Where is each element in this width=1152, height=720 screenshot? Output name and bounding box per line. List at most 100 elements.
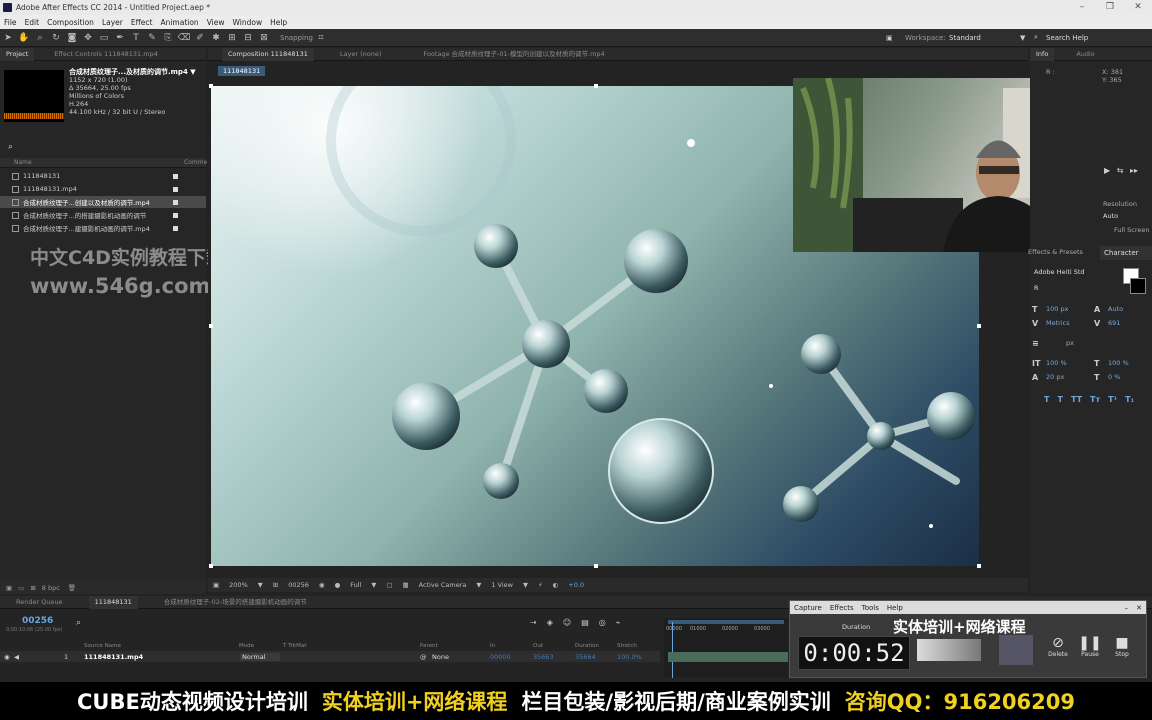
selection-tool-icon[interactable]: ➤ <box>2 32 14 44</box>
magnification-icon[interactable]: ▣ <box>213 581 219 589</box>
recorder-close[interactable]: ✕ <box>1132 604 1146 612</box>
search-icon[interactable]: ⌕ <box>1034 33 1038 42</box>
menu-help[interactable]: Help <box>266 18 291 27</box>
chevron-down-icon[interactable]: ▼ <box>371 581 376 589</box>
font-size-value[interactable]: 100 px <box>1046 305 1094 313</box>
label-color[interactable] <box>173 199 178 205</box>
play-icon[interactable]: ▶ <box>1104 166 1110 175</box>
tab-layer[interactable]: Layer (none) <box>334 48 387 61</box>
layer-duration-bar[interactable] <box>668 652 788 662</box>
col-source-name[interactable]: Source Name <box>84 643 121 649</box>
close-button[interactable]: ✕ <box>1124 0 1152 15</box>
layer-duration[interactable]: 35664 <box>575 653 596 661</box>
list-item[interactable]: 111848131 <box>0 170 206 182</box>
axis-world-icon[interactable]: ⊟ <box>242 32 254 44</box>
selected-file-name[interactable]: 合成材质纹理子...及材质的调节.mp4 ▼ <box>69 68 196 76</box>
list-item[interactable]: 合成材质纹理子...的搭建摄影机动画的调节 <box>0 209 206 221</box>
axis-view-icon[interactable]: ⊠ <box>258 32 270 44</box>
tracking-value[interactable]: 691 <box>1108 319 1120 327</box>
graph-editor-icon[interactable]: ⌁ <box>616 618 621 627</box>
layer-in[interactable]: 00000 <box>490 653 511 661</box>
axis-icon[interactable]: ⊞ <box>226 32 238 44</box>
hand-tool-icon[interactable]: ✋ <box>18 32 30 44</box>
zoom-tool-icon[interactable]: ⌕ <box>34 32 46 44</box>
vertical-scale-value[interactable]: 100 % <box>1046 359 1094 367</box>
project-search-icon[interactable]: ⌕ <box>8 142 13 152</box>
trash-icon[interactable]: 🗑 <box>68 584 76 592</box>
faux-bold-button[interactable]: T <box>1044 395 1049 404</box>
loop-icon[interactable]: ⇆ <box>1117 166 1124 175</box>
draft-3d-icon[interactable]: ◈ <box>547 618 553 627</box>
new-comp-icon[interactable]: ⊠ <box>30 584 35 592</box>
parent-pickwhip-icon[interactable]: @ <box>420 653 427 661</box>
brush-tool-icon[interactable]: ✎ <box>146 32 158 44</box>
tab-info[interactable]: Info <box>1030 47 1055 61</box>
list-item[interactable]: 合成材质纹理子...创建以及材质的调节.mp4 <box>0 196 206 208</box>
handle-l[interactable] <box>209 324 213 328</box>
pan-behind-tool-icon[interactable]: ✥ <box>82 32 94 44</box>
handle-b[interactable] <box>594 564 598 568</box>
view-layout-select[interactable]: 1 View <box>491 581 513 589</box>
tab-render-queue[interactable]: Render Queue <box>10 596 69 609</box>
rectangle-tool-icon[interactable]: ▭ <box>98 32 110 44</box>
channel-icon[interactable]: ● <box>335 581 341 589</box>
pause-button[interactable]: ❚❚ Pause <box>1074 635 1106 658</box>
chevron-down-icon[interactable]: ▼ <box>523 581 528 589</box>
label-color[interactable] <box>173 186 178 192</box>
work-area-bar[interactable] <box>668 620 784 624</box>
snapshot-icon[interactable]: ◉ <box>319 581 325 589</box>
col-name[interactable]: Name <box>14 159 32 166</box>
character-tab[interactable]: Character <box>1100 246 1152 260</box>
minimize-button[interactable]: – <box>1068 0 1096 15</box>
full-screen-checkbox[interactable]: Full Screen <box>1114 226 1150 234</box>
timeline-search-icon[interactable]: ⌕ <box>76 618 81 628</box>
list-item[interactable]: 111848131.mp4 <box>0 183 206 195</box>
workspace-select[interactable]: Standard <box>949 34 981 42</box>
time-graph[interactable]: 00000 01000 02000 03000 <box>664 618 788 678</box>
handle-bl[interactable] <box>209 564 213 568</box>
current-time-indicator[interactable] <box>672 622 673 678</box>
recorder-menu-capture[interactable]: Capture <box>790 604 826 612</box>
ram-preview-icon[interactable]: ▸▸ <box>1130 166 1138 175</box>
effects-presets-title[interactable]: Effects & Presets <box>1028 248 1098 256</box>
baseline-shift-value[interactable]: 20 px <box>1046 373 1094 381</box>
camera-tool-icon[interactable]: ◙ <box>66 32 78 44</box>
handle-br[interactable] <box>977 564 981 568</box>
visibility-eye-icon[interactable]: ◉ <box>4 653 10 661</box>
superscript-button[interactable]: T¹ <box>1108 395 1117 404</box>
col-duration[interactable]: Duration <box>575 643 599 649</box>
menu-animation[interactable]: Animation <box>156 18 202 27</box>
menu-effect[interactable]: Effect <box>127 18 157 27</box>
delete-button[interactable]: ⊘ Delete <box>1042 635 1074 658</box>
faux-italic-button[interactable]: T <box>1057 395 1062 404</box>
exposure-icon[interactable]: ◐ <box>553 581 559 589</box>
kerning-value[interactable]: Metrics <box>1046 319 1094 327</box>
current-timecode[interactable]: 00256 <box>22 616 53 626</box>
recorder-menu-effects[interactable]: Effects <box>826 604 858 612</box>
type-tool-icon[interactable]: T <box>130 32 142 44</box>
tab-effect-controls[interactable]: Effect Controls 111848131.mp4 <box>48 48 164 61</box>
pen-tool-icon[interactable]: ✒ <box>114 32 126 44</box>
workspace-dropdown-icon[interactable]: ▼ <box>1020 34 1025 42</box>
col-in[interactable]: In <box>490 643 495 649</box>
menu-view[interactable]: View <box>203 18 229 27</box>
puppet-tool-icon[interactable]: ✱ <box>210 32 222 44</box>
comp-name-pill[interactable]: 111848131 <box>218 66 266 76</box>
tab-project[interactable]: Project <box>0 47 35 61</box>
col-out[interactable]: Out <box>533 643 543 649</box>
horizontal-scale-value[interactable]: 100 % <box>1108 359 1129 367</box>
recorder-minimize[interactable]: – <box>1121 604 1133 612</box>
table-row[interactable]: ◉ ◀ 1 111848131.mp4 Normal @ None 00000 … <box>0 651 660 662</box>
interpret-icon[interactable]: ▣ <box>6 584 12 592</box>
menu-file[interactable]: File <box>0 18 21 27</box>
eraser-tool-icon[interactable]: ⌫ <box>178 32 191 44</box>
exposure-value[interactable]: +0.0 <box>568 581 584 589</box>
handle-r[interactable] <box>977 324 981 328</box>
restore-button[interactable]: ❐ <box>1096 0 1124 15</box>
font-style-select[interactable]: R <box>1034 284 1039 292</box>
col-trkmat[interactable]: T TrkMat <box>283 643 306 649</box>
rotate-tool-icon[interactable]: ↻ <box>50 32 62 44</box>
small-caps-button[interactable]: Tт <box>1090 395 1100 404</box>
new-folder-icon[interactable]: ▭ <box>18 584 24 592</box>
label-color[interactable] <box>173 173 178 179</box>
